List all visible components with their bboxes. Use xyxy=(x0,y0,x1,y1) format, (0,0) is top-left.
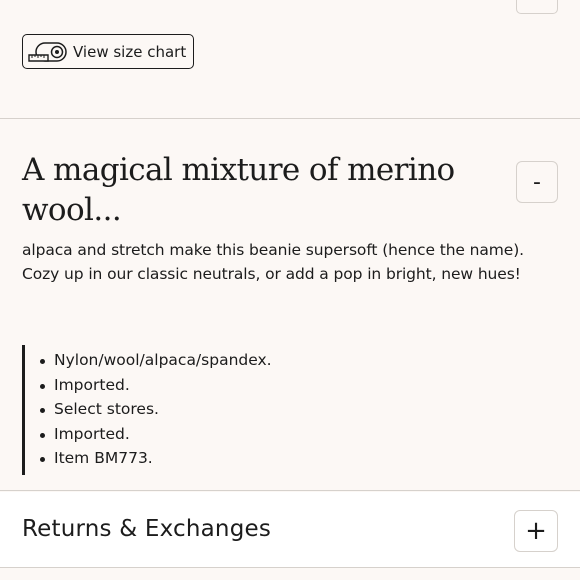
collapse-details-button[interactable]: - xyxy=(516,161,558,203)
product-details-section: A magical mixture of merino wool... - al… xyxy=(0,120,580,491)
next-section-edge xyxy=(0,569,580,580)
details-description: alpaca and stretch make this beanie supe… xyxy=(22,241,525,283)
returns-heading: Returns & Exchanges xyxy=(22,516,272,542)
list-item: Item BM773. xyxy=(38,446,422,471)
list-item: Select stores. xyxy=(38,397,422,422)
details-bullet-list: Nylon/wool/alpaca/spandex. Imported. Sel… xyxy=(22,345,422,475)
returns-exchanges-section[interactable]: Returns & Exchanges + xyxy=(0,492,580,568)
size-chart-label: View size chart xyxy=(73,42,187,61)
cut-off-button[interactable] xyxy=(516,0,558,14)
details-heading: A magical mixture of merino wool... xyxy=(22,152,455,228)
expand-returns-button[interactable]: + xyxy=(514,510,558,552)
size-section: View size chart xyxy=(0,0,580,119)
measuring-tape-icon xyxy=(28,40,68,64)
cut-off-text xyxy=(24,0,130,2)
list-item: Imported. xyxy=(38,422,422,447)
list-item: Imported. xyxy=(38,373,422,398)
view-size-chart-button[interactable]: View size chart xyxy=(22,34,194,69)
list-item: Nylon/wool/alpaca/spandex. xyxy=(38,348,422,373)
